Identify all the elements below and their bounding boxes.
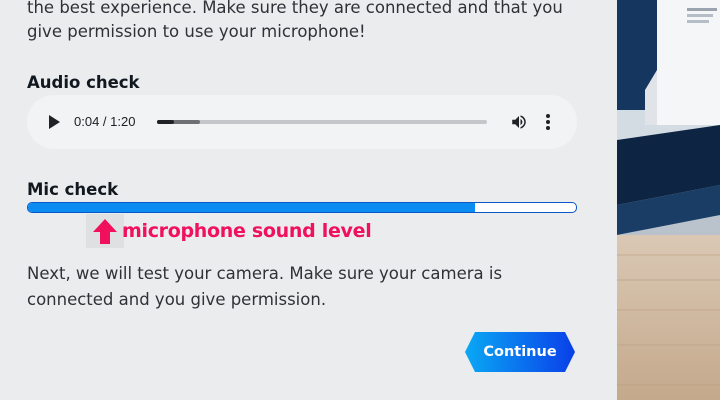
audio-seek-bar[interactable]	[157, 120, 487, 124]
camera-instructions: Next, we will test your camera. Make sur…	[27, 261, 587, 313]
audio-time: 0:04 / 1:20	[74, 114, 136, 129]
camera-line-1: Next, we will test your camera. Make sur…	[27, 264, 503, 283]
mic-level-fill	[28, 203, 475, 212]
audio-progress	[157, 120, 174, 124]
audio-player[interactable]: 0:04 / 1:20	[27, 95, 577, 149]
volume-icon[interactable]	[510, 113, 528, 131]
mic-level-meter	[27, 202, 577, 213]
setup-panel: the best experience. Make sure they are …	[0, 0, 617, 400]
audio-check-title: Audio check	[27, 73, 140, 92]
intro-line-2: give permission to use your microphone!	[27, 22, 366, 41]
continue-button[interactable]: Continue	[465, 332, 575, 372]
camera-line-2: connected and you give permission.	[27, 290, 327, 309]
mic-annotation: microphone sound level	[122, 220, 372, 242]
intro-line-1: the best experience. Make sure they are …	[27, 0, 563, 17]
more-vert-icon[interactable]	[545, 113, 551, 131]
mic-check-title: Mic check	[27, 180, 119, 199]
background-scene	[617, 0, 720, 400]
continue-label: Continue	[483, 344, 557, 360]
arrow-up-icon	[86, 214, 124, 248]
intro-text: the best experience. Make sure they are …	[27, 0, 587, 44]
play-icon[interactable]	[47, 115, 61, 129]
